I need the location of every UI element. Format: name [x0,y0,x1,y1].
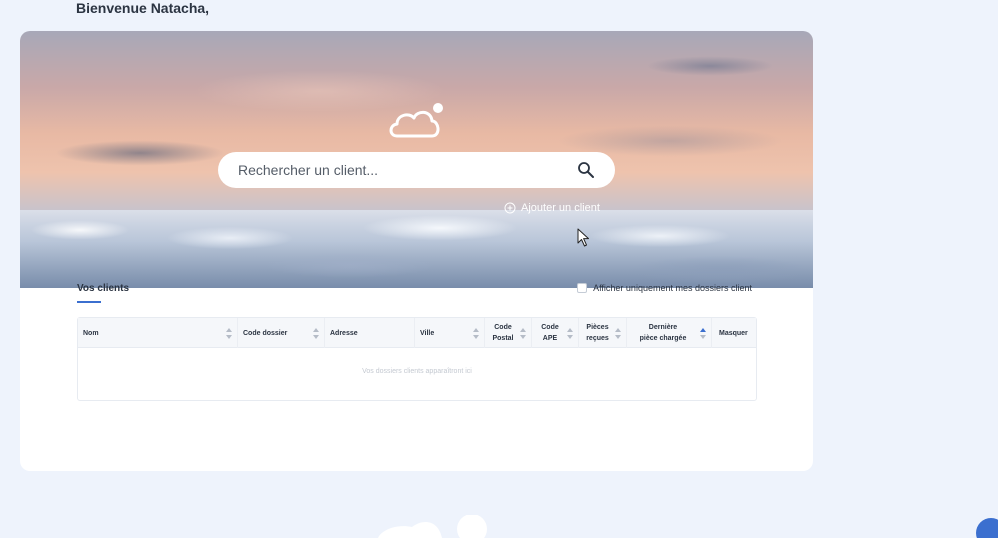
column-header-nom[interactable]: Nom [78,318,238,348]
column-header-ville[interactable]: Ville [415,318,485,348]
filter-label: Afficher uniquement mes dossiers client [593,283,752,293]
clients-table: Nom Code dossier Adresse Ville Code Posta… [77,317,757,401]
my-clients-filter[interactable]: Afficher uniquement mes dossiers client [577,283,752,293]
search-icon[interactable] [577,161,595,179]
column-header-code-dossier[interactable]: Code dossier [238,318,325,348]
main-card: Ajouter un client Vos clients Afficher u… [20,31,813,471]
clients-title: Vos clients [77,283,130,294]
cloud-layer [20,210,813,288]
column-header-code-postal[interactable]: Code Postal [485,318,532,348]
column-header-masquer: Masquer [719,329,748,337]
sort-asc-icon[interactable] [700,328,706,339]
hero-banner: Ajouter un client [20,31,813,288]
empty-table-message: Vos dossiers clients apparaîtront ici [362,368,472,375]
sort-icon[interactable] [520,328,526,339]
add-client-label: Ajouter un client [521,202,600,214]
column-header-code-ape[interactable]: Code APE [532,318,579,348]
filter-checkbox[interactable] [577,283,588,293]
cloud-logo-icon [378,515,487,538]
cloud-logo-icon [389,103,443,138]
column-header-derniere-piece[interactable]: Dernière pièce chargée [627,318,712,348]
sort-icon[interactable] [226,328,232,339]
mouse-cursor-icon [577,228,589,247]
search-input[interactable] [238,162,577,178]
clients-section-header: Vos clients Afficher uniquement mes doss… [77,283,757,305]
column-header-pieces-recues[interactable]: Pièces reçues [579,318,627,348]
plus-circle-icon [504,202,516,214]
greeting: Bienvenue Natacha, [76,0,210,16]
sort-icon[interactable] [567,328,573,339]
column-header-adresse: Adresse [325,318,415,348]
sort-icon[interactable] [615,328,621,339]
search-bar[interactable] [218,152,615,188]
sort-icon[interactable] [473,328,479,339]
table-header: Nom Code dossier Adresse Ville Code Posta… [78,318,756,348]
chat-button[interactable] [976,518,998,538]
title-underline [77,301,101,303]
add-client-link[interactable]: Ajouter un client [504,202,600,214]
sort-icon[interactable] [313,328,319,339]
